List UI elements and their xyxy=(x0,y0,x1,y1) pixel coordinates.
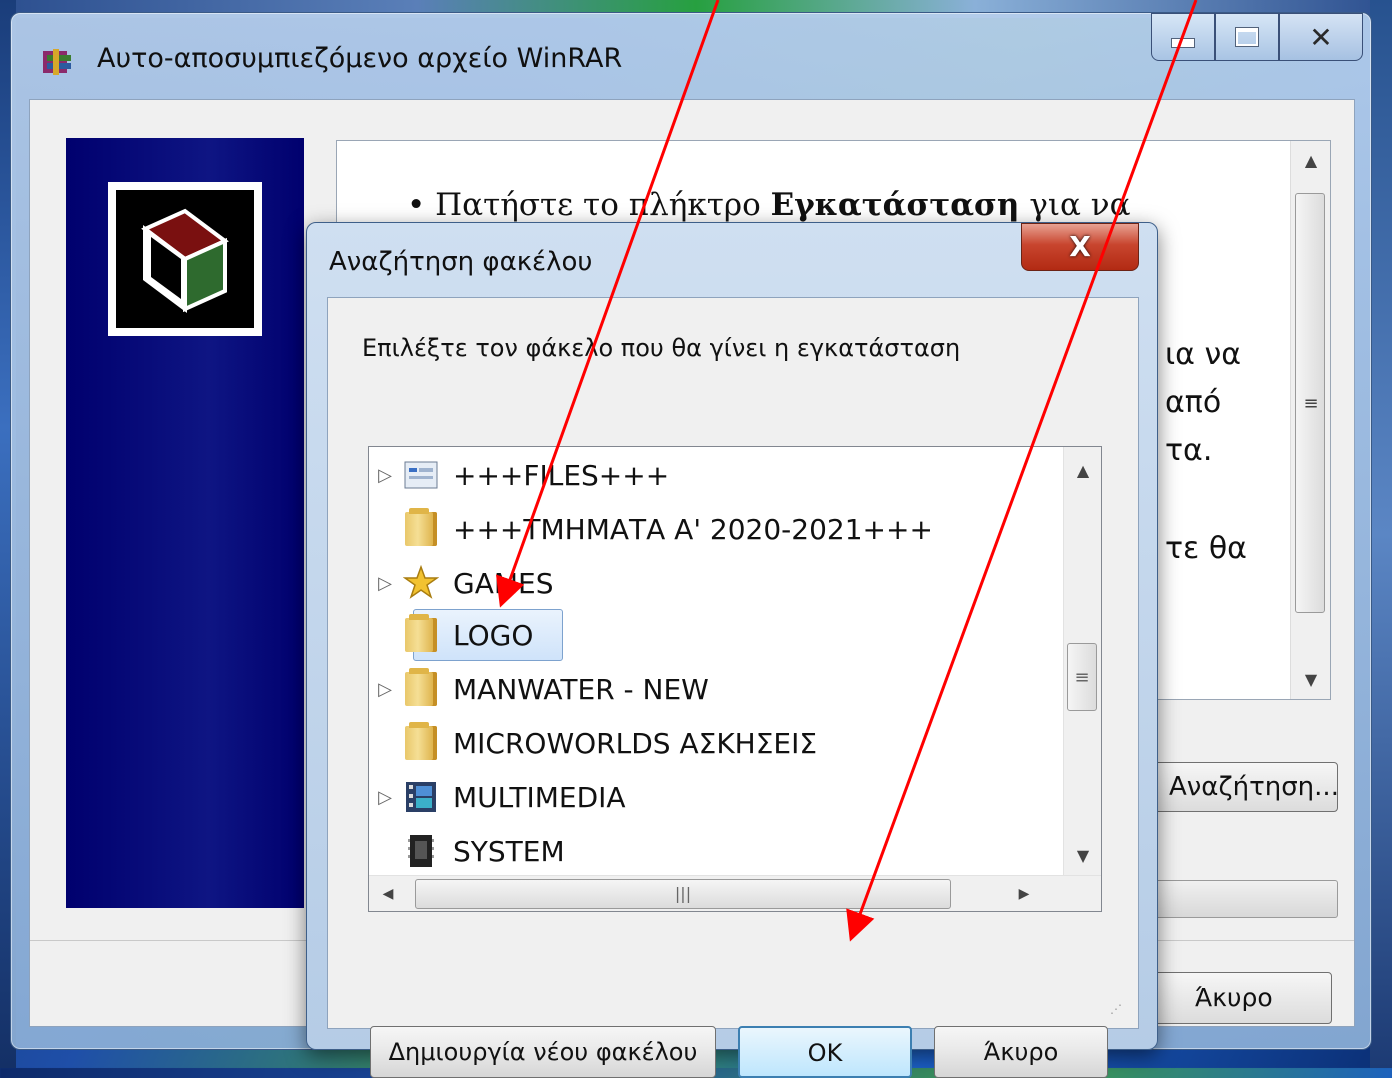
dialog-prompt: Επιλέξτε τον φάκελο που θα γίνει η εγκατ… xyxy=(362,334,961,362)
scroll-up-icon[interactable]: ▲ xyxy=(1064,461,1102,480)
folder-icon xyxy=(401,722,441,763)
scroll-thumb[interactable]: ||| xyxy=(415,879,951,909)
tree-item[interactable]: ▷ +++FILES+++ xyxy=(369,449,669,501)
tree-item-label: +++FILES+++ xyxy=(453,458,670,492)
tree-vertical-scrollbar[interactable]: ▲ ≡ ▼ xyxy=(1063,447,1101,875)
tree-item-selected[interactable]: LOGO xyxy=(369,609,533,661)
tree-horizontal-scrollbar[interactable]: ◀ ||| ▶ xyxy=(369,875,1101,911)
dialog-title: Αναζήτηση φακέλου xyxy=(329,247,593,277)
close-icon: X xyxy=(1069,230,1091,263)
side-banner xyxy=(66,138,304,908)
resize-grip-icon[interactable]: ⋰ xyxy=(1110,1002,1128,1020)
cancel-button[interactable]: Άκυρο xyxy=(1148,972,1332,1024)
info-fragment: ια να xyxy=(1165,337,1241,372)
info-scrollbar[interactable]: ▲ ≡ ▼ xyxy=(1290,141,1330,699)
tree-item-label: MANWATER - NEW xyxy=(453,672,709,706)
tree-item-label: GAMES xyxy=(453,566,554,600)
tree-item[interactable]: ▷ MULTIMEDIA xyxy=(369,771,626,823)
new-folder-button[interactable]: Δημιουργία νέου φακέλου xyxy=(370,1026,716,1078)
maximize-icon xyxy=(1236,28,1258,46)
folder-icon xyxy=(401,508,441,549)
folder-icon xyxy=(401,614,441,655)
window-title: Αυτο-αποσυμπιεζόμενο αρχείο WinRAR xyxy=(97,43,623,74)
tree-item-label: MICROWORLDS ΑΣΚΗΣΕΙΣ xyxy=(453,726,818,760)
expand-icon[interactable]: ▷ xyxy=(369,465,401,486)
close-icon: ✕ xyxy=(1309,20,1333,54)
tree-item[interactable]: ▷ GAMES xyxy=(369,557,553,609)
tree-item[interactable]: ▷ MANWATER - NEW xyxy=(369,663,709,715)
progress-bar xyxy=(1148,880,1338,918)
scroll-thumb[interactable]: ≡ xyxy=(1067,643,1097,711)
info-fragment: από xyxy=(1165,385,1222,420)
minimize-button[interactable] xyxy=(1151,13,1215,61)
info-line-1: • Πατήστε το πλήκτρο Εγκατάσταση για να xyxy=(407,187,1131,223)
expand-icon[interactable]: ▷ xyxy=(369,573,401,594)
maximize-button[interactable] xyxy=(1215,13,1279,61)
dialog-cancel-button[interactable]: Άκυρο xyxy=(934,1026,1108,1078)
installer-logo xyxy=(108,182,262,336)
tree-item-label: LOGO xyxy=(453,618,534,652)
star-folder-icon xyxy=(401,563,441,603)
info-fragment: τε θα xyxy=(1165,531,1247,566)
expand-icon[interactable]: ▷ xyxy=(369,787,401,808)
tree-item-label: SYSTEM xyxy=(453,834,565,868)
dialog-client-area: Επιλέξτε τον φάκελο που θα γίνει η εγκατ… xyxy=(327,297,1139,1078)
scroll-down-icon[interactable]: ▼ xyxy=(1291,670,1331,689)
tree-item[interactable]: SYSTEM xyxy=(369,825,565,877)
scroll-down-icon[interactable]: ▼ xyxy=(1064,846,1102,865)
tree-item-label: +++ΤΜΗΜΑΤΑ Α' 2020-2021+++ xyxy=(453,512,933,546)
tree-item[interactable]: MICROWORLDS ΑΣΚΗΣΕΙΣ xyxy=(369,717,817,769)
folder-icon xyxy=(401,668,441,709)
dialog-close-button[interactable]: X xyxy=(1021,223,1139,271)
scroll-left-icon[interactable]: ◀ xyxy=(373,876,403,912)
multimedia-icon xyxy=(401,777,441,817)
winrar-app-icon xyxy=(41,47,75,77)
minimize-icon xyxy=(1172,39,1194,47)
window-controls: ✕ xyxy=(1151,13,1363,61)
browse-folder-dialog: Αναζήτηση φακέλου X Επιλέξτε τον φάκελο … xyxy=(306,222,1158,1078)
ok-button[interactable]: OK xyxy=(738,1026,912,1078)
close-button[interactable]: ✕ xyxy=(1279,13,1363,61)
expand-icon[interactable]: ▷ xyxy=(369,679,401,700)
files-icon xyxy=(401,455,441,495)
folder-tree[interactable]: ▷ +++FILES+++ +++ΤΜΗΜΑΤΑ Α' 2020-2021+++… xyxy=(368,446,1102,912)
browse-button[interactable]: Αναζήτηση... xyxy=(1148,762,1338,812)
scroll-right-icon[interactable]: ▶ xyxy=(1009,876,1039,912)
grip-icon: ≡ xyxy=(1303,393,1319,414)
info-fragment: τα. xyxy=(1165,433,1213,468)
system-icon xyxy=(401,831,441,871)
box-icon xyxy=(141,208,229,313)
tree-item-label: MULTIMEDIA xyxy=(453,780,626,814)
tree-item[interactable]: +++ΤΜΗΜΑΤΑ Α' 2020-2021+++ xyxy=(369,503,933,555)
scroll-up-icon[interactable]: ▲ xyxy=(1291,151,1331,170)
desktop-right-edge xyxy=(1370,0,1392,1068)
